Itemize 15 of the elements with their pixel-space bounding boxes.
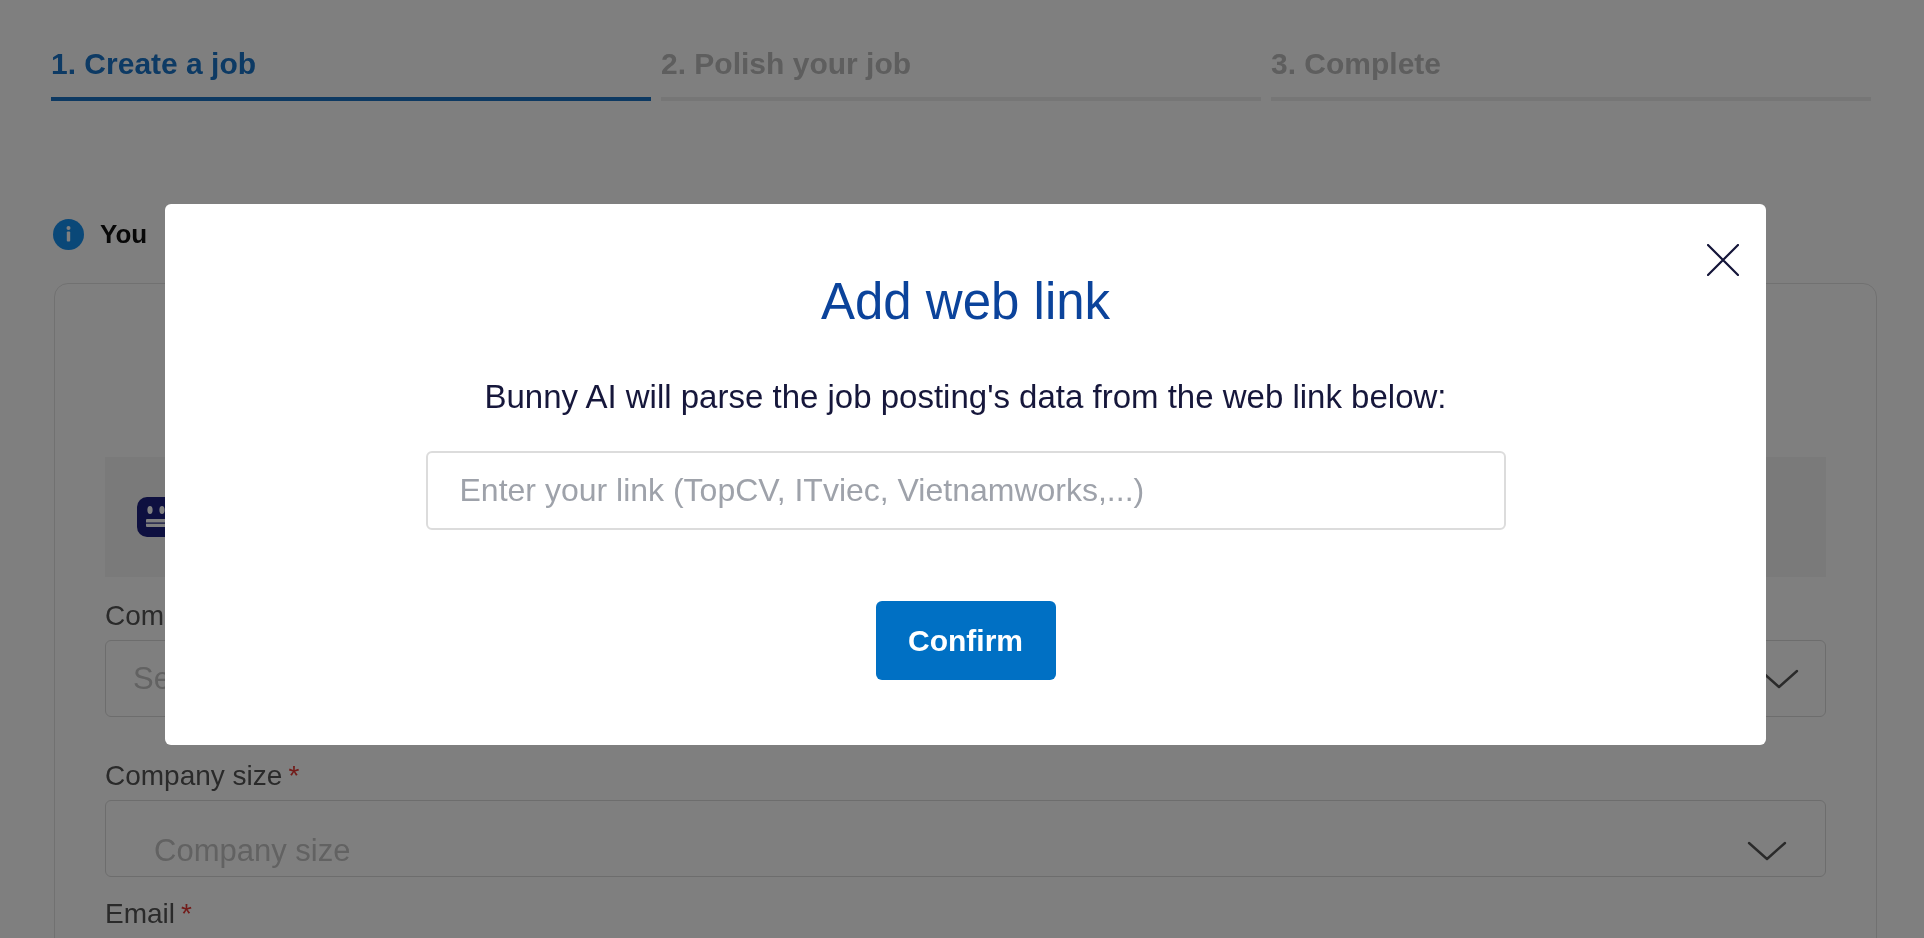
info-icon [53,219,84,250]
modal-title: Add web link [820,272,1111,332]
required-mark: * [181,897,192,931]
required-mark: * [288,759,300,793]
link-input[interactable]: Enter your link (TopCV, ITviec, Vietnamworks,...) [425,451,1506,530]
modal-description: Bunny AI will parse the job posting's data from the web link below: [484,378,1447,416]
chevron-down-icon [1747,840,1787,861]
confirm-button[interactable]: Confirm [875,601,1056,680]
notice-text: You [100,219,148,250]
close-button[interactable] [1707,244,1739,276]
field-label: Com [105,599,165,633]
field-label: Company size [105,759,283,793]
step-tab[interactable]: 1. Create a job [51,0,651,101]
field-label: Email [105,897,175,931]
close-icon [1707,244,1739,276]
